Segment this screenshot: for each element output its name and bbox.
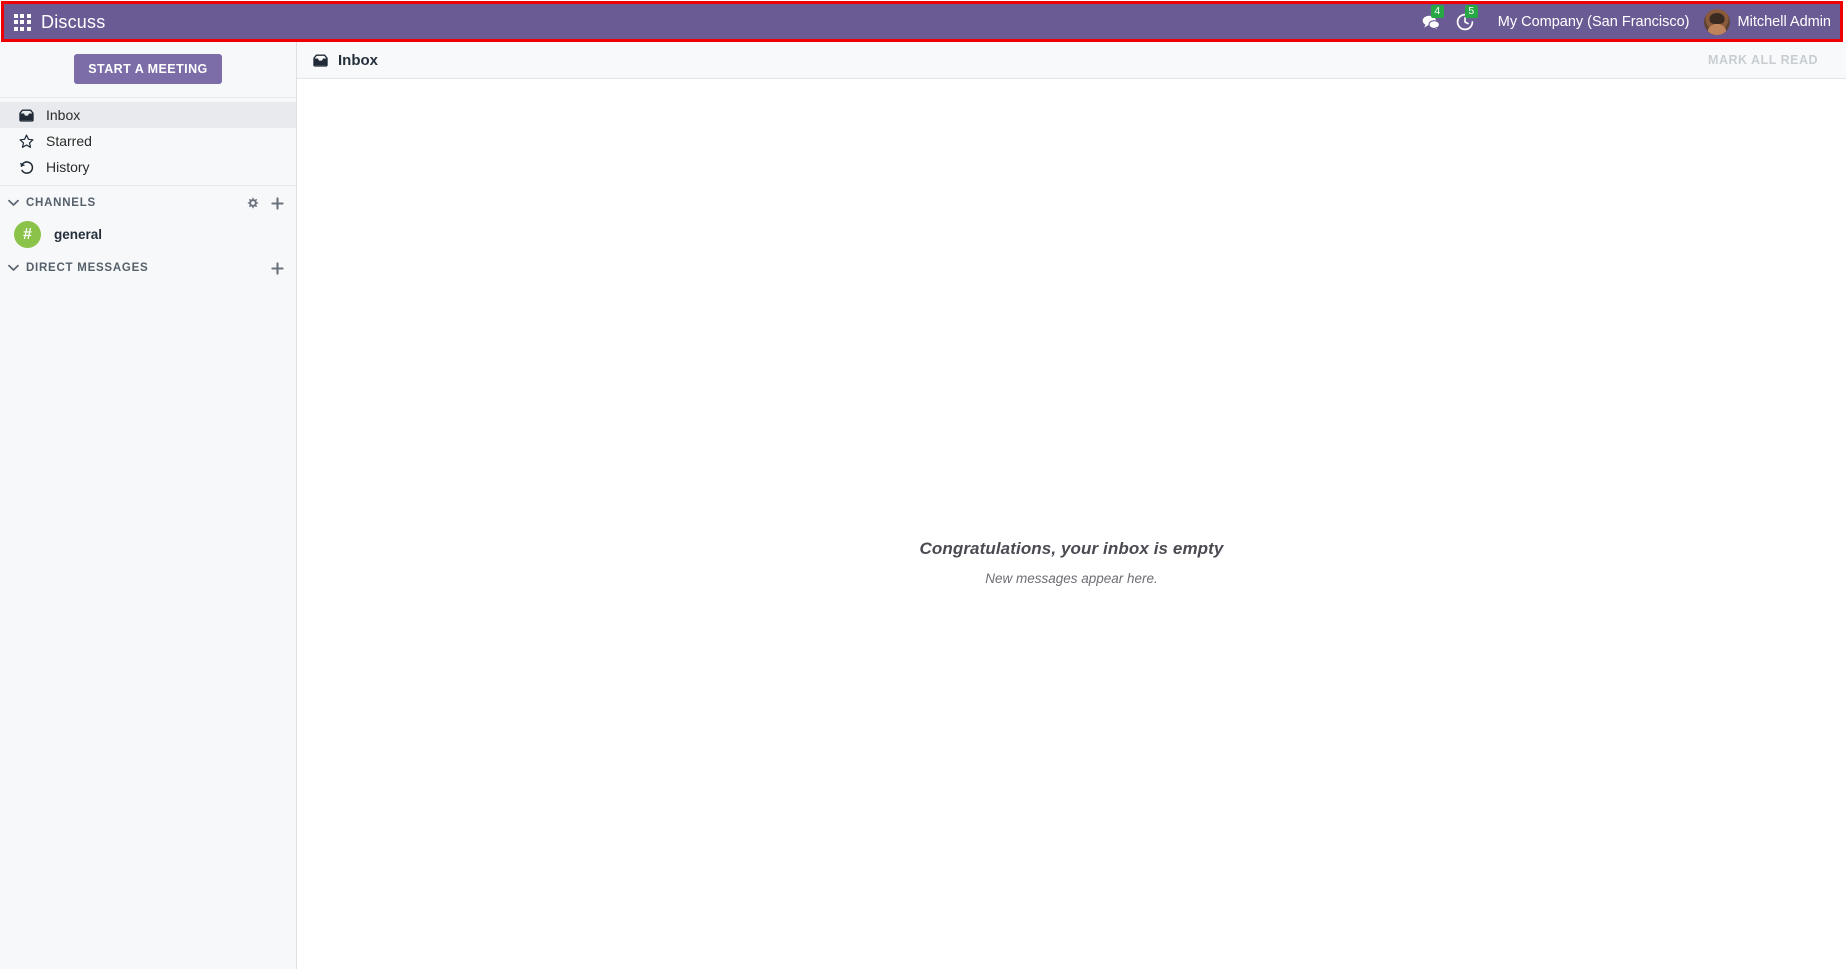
thread-body: Congratulations, your inbox is empty New… [297,79,1846,969]
direct-messages-section-title[interactable]: DIRECT MESSAGES [26,262,264,274]
start-meeting-area: START A MEETING [0,42,296,98]
app-body: START A MEETING Inbox Starred History CH… [0,42,1846,969]
discuss-main: Inbox MARK ALL READ Congratulations, you… [297,42,1846,969]
user-name-label: Mitchell Admin [1737,14,1831,30]
mailbox-list: Inbox Starred History [0,98,296,186]
app-brand-title[interactable]: Discuss [41,12,105,33]
activity-clock-icon[interactable]: 5 [1450,5,1480,37]
messages-badge-count: 4 [1430,5,1444,18]
discuss-app: Discuss 4 5 My Company (San Francisco) M… [0,0,1846,969]
direct-messages-section-actions [270,261,284,275]
mark-all-read-button[interactable]: MARK ALL READ [1702,49,1824,71]
channel-name-label: general [54,227,103,242]
empty-state-title: Congratulations, your inbox is empty [919,539,1224,558]
empty-state-subtitle: New messages appear here. [985,571,1158,586]
sidebar-item-label: Starred [46,133,92,149]
plus-icon[interactable] [270,196,284,210]
thread-header: Inbox MARK ALL READ [297,42,1846,79]
inbox-icon [18,107,35,124]
top-navbar: Discuss 4 5 My Company (San Francisco) M… [3,3,1843,41]
channel-hash-icon: # [14,221,41,248]
chevron-down-icon[interactable] [6,196,20,210]
star-icon [18,133,35,150]
messages-bubble-icon[interactable]: 4 [1416,5,1446,37]
top-navbar-wrapper: Discuss 4 5 My Company (San Francisco) M… [0,0,1846,42]
sidebar-item-starred[interactable]: Starred [0,128,296,154]
channels-section-actions [245,196,284,210]
start-meeting-button[interactable]: START A MEETING [74,54,222,84]
gear-icon[interactable] [245,196,259,210]
sidebar-item-label: History [46,159,90,175]
chevron-down-icon[interactable] [6,261,20,275]
sidebar-item-inbox[interactable]: Inbox [0,102,296,128]
direct-messages-section-header: DIRECT MESSAGES [0,251,296,283]
sidebar-item-label: Inbox [46,107,81,123]
user-avatar [1703,9,1730,35]
channels-section-title[interactable]: CHANNELS [26,197,239,209]
sidebar-channel-general[interactable]: # general [0,218,296,251]
company-switcher[interactable]: My Company (San Francisco) [1498,14,1690,30]
apps-grid-icon[interactable] [11,11,33,33]
empty-inbox-state: Congratulations, your inbox is empty New… [297,539,1846,586]
sidebar-item-history[interactable]: History [0,154,296,180]
inbox-icon [311,51,329,69]
history-icon [18,159,35,176]
user-menu[interactable]: Mitchell Admin [1703,9,1831,35]
channels-section-header: CHANNELS [0,186,296,218]
page-title: Inbox [338,51,378,69]
activities-badge-count: 5 [1464,5,1478,18]
plus-icon[interactable] [270,261,284,275]
discuss-sidebar: START A MEETING Inbox Starred History CH… [0,42,297,969]
